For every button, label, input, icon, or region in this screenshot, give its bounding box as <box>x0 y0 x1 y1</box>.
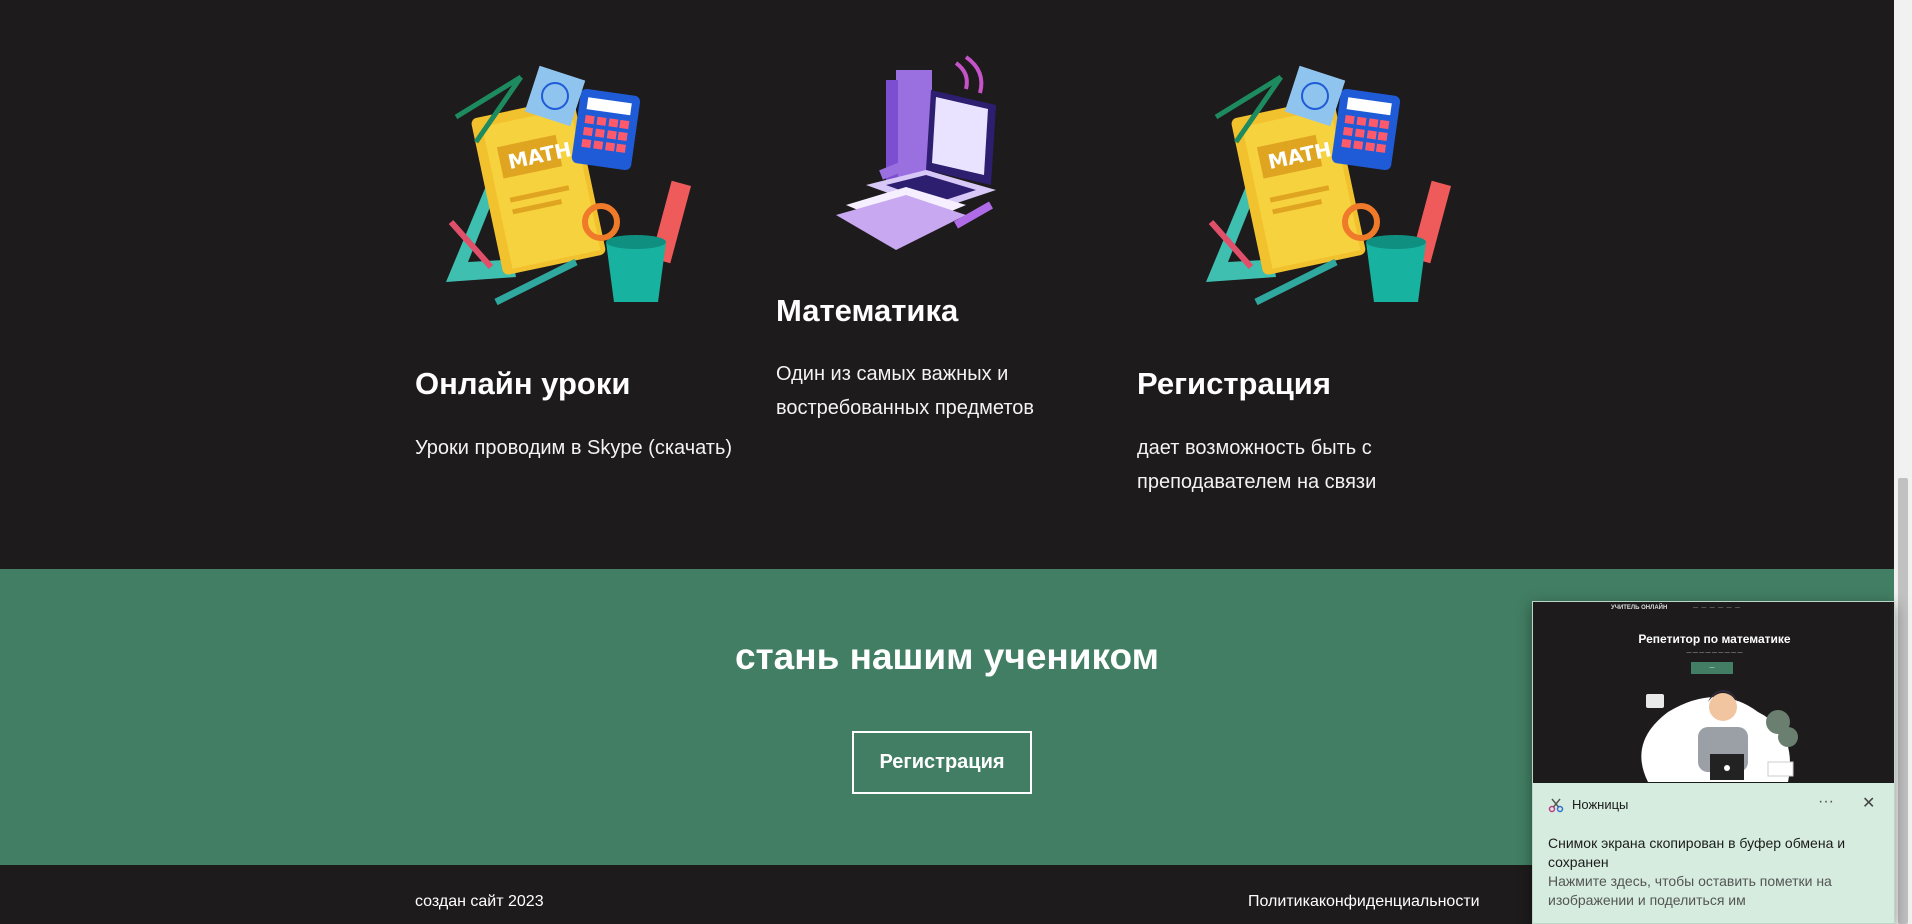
feature-desc-registration: дает возможность быть с преподавателем н… <box>1137 437 1377 493</box>
feature-title-math: Математика <box>776 293 959 328</box>
preview-illustration <box>1641 690 1798 782</box>
scrollbar-thumb[interactable] <box>1898 478 1908 924</box>
feature-desc-math: Один из самых важных и востребованных пр… <box>776 363 1035 419</box>
laptop-books-icon <box>836 55 996 250</box>
privacy-policy-link[interactable]: Политикаконфиденциальности <box>1248 893 1480 911</box>
notification-message[interactable]: Снимок экрана скопирован в буфер обмена … <box>1548 834 1878 872</box>
preview-title: Репетитор по математике <box>1638 632 1791 646</box>
scissors-icon <box>1548 798 1564 813</box>
preview-subtitle: — — — — — — — — — <box>1686 650 1743 656</box>
preview-menu: — — — — — — <box>1693 605 1741 611</box>
feature-title-registration: Регистрация <box>1137 366 1331 401</box>
features-section: MATH MATH Онлайн уроки Уроки проводим в … <box>0 0 1894 569</box>
screenshot-preview[interactable]: УЧИТЕЛЬ ОНЛАЙН — — — — — — Репетитор по … <box>1533 602 1894 783</box>
close-icon[interactable]: ✕ <box>1862 793 1875 813</box>
footer-copyright: создан сайт 2023 <box>415 893 544 910</box>
notification-app-name: Ножницы <box>1572 797 1629 812</box>
feature-desc-online: Уроки проводим в Skype (скачать) <box>415 437 733 459</box>
notification-hint[interactable]: Нажмите здесь, чтобы оставить пометки на… <box>1548 872 1878 910</box>
preview-brand: УЧИТЕЛЬ ОНЛАЙН <box>1611 605 1668 611</box>
feature-title-online: Онлайн уроки <box>415 366 631 401</box>
math-supplies-icon: MATH <box>446 65 692 306</box>
more-icon[interactable]: ··· <box>1818 793 1834 811</box>
math-supplies-icon: MATH <box>1206 65 1452 306</box>
preview-button: — <box>1691 662 1733 674</box>
register-button[interactable]: Регистрация <box>852 731 1032 794</box>
